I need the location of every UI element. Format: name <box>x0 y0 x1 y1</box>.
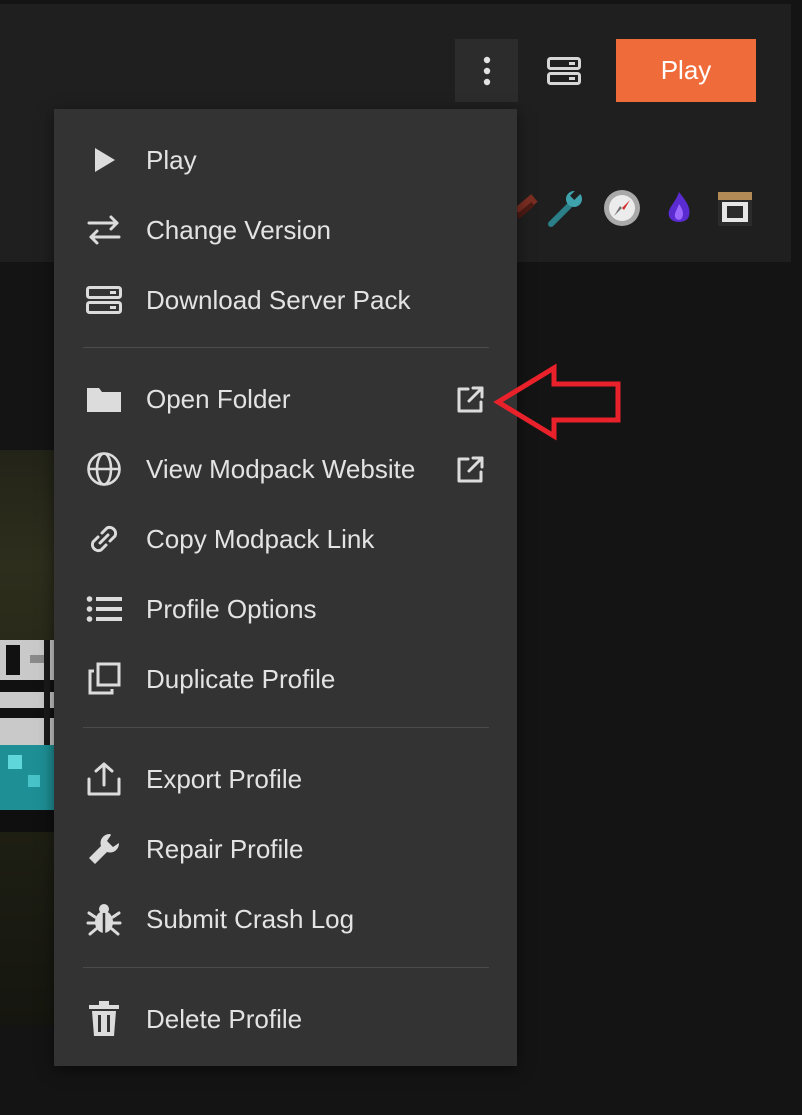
menu-item-repair-profile[interactable]: Repair Profile <box>54 814 517 884</box>
mod-icon-strip <box>505 186 765 236</box>
menu-item-submit-crash-log[interactable]: Submit Crash Log <box>54 884 517 954</box>
menu-item-view-modpack-website[interactable]: View Modpack Website <box>54 434 517 504</box>
globe-icon <box>84 449 124 489</box>
server-icon <box>84 280 124 320</box>
red-arrow-icon <box>493 363 621 441</box>
menu-item-play[interactable]: Play <box>54 125 517 195</box>
profile-context-menu: Play Change Version Download Server Pack… <box>54 109 517 1066</box>
server-button[interactable] <box>540 47 587 94</box>
external-link-icon[interactable] <box>454 454 486 486</box>
menu-item-profile-options[interactable]: Profile Options <box>54 574 517 644</box>
menu-item-open-folder[interactable]: Open Folder <box>54 364 517 434</box>
menu-item-label: Download Server Pack <box>146 285 411 315</box>
menu-item-label: Copy Modpack Link <box>146 524 375 554</box>
list-icon <box>84 589 124 629</box>
server-icon <box>546 56 581 85</box>
wrench-icon <box>84 829 124 869</box>
menu-item-label: Repair Profile <box>146 834 304 864</box>
menu-item-copy-modpack-link[interactable]: Copy Modpack Link <box>54 504 517 574</box>
menu-item-label: View Modpack Website <box>146 454 416 484</box>
menu-divider <box>83 967 489 968</box>
menu-item-label: Submit Crash Log <box>146 904 355 934</box>
menu-item-label: Duplicate Profile <box>146 664 336 694</box>
bug-icon <box>84 899 124 939</box>
play-button-label: Play <box>660 55 712 85</box>
compass-icon <box>604 190 640 226</box>
duplicate-icon <box>84 659 124 699</box>
menu-item-duplicate-profile[interactable]: Duplicate Profile <box>54 644 517 714</box>
swap-arrows-icon <box>84 210 124 250</box>
wrench-icon <box>548 189 582 227</box>
menu-divider <box>83 347 489 348</box>
menu-item-label: Open Folder <box>146 384 291 414</box>
folder-icon <box>84 379 124 419</box>
menu-item-download-server-pack[interactable]: Download Server Pack <box>54 265 517 335</box>
more-vertical-icon <box>483 56 490 85</box>
menu-item-label: Export Profile <box>146 764 303 794</box>
menu-item-change-version[interactable]: Change Version <box>54 195 517 265</box>
menu-divider <box>83 727 489 728</box>
menu-item-label: Delete Profile <box>146 1004 303 1034</box>
play-button[interactable]: Play <box>616 39 756 102</box>
menu-item-label: Play <box>146 145 197 175</box>
menu-item-delete-profile[interactable]: Delete Profile <box>54 984 517 1054</box>
more-options-button[interactable] <box>455 39 518 102</box>
menu-item-label: Profile Options <box>146 594 317 624</box>
external-link-icon[interactable] <box>454 384 486 416</box>
link-icon <box>84 519 124 559</box>
play-icon <box>84 140 124 180</box>
menu-item-label: Change Version <box>146 215 332 245</box>
menu-item-export-profile[interactable]: Export Profile <box>54 744 517 814</box>
export-icon <box>84 759 124 799</box>
trash-icon <box>84 999 124 1039</box>
purple-flame-icon <box>668 192 690 222</box>
background-artwork <box>0 450 56 1025</box>
crafting-block-icon <box>718 192 752 226</box>
